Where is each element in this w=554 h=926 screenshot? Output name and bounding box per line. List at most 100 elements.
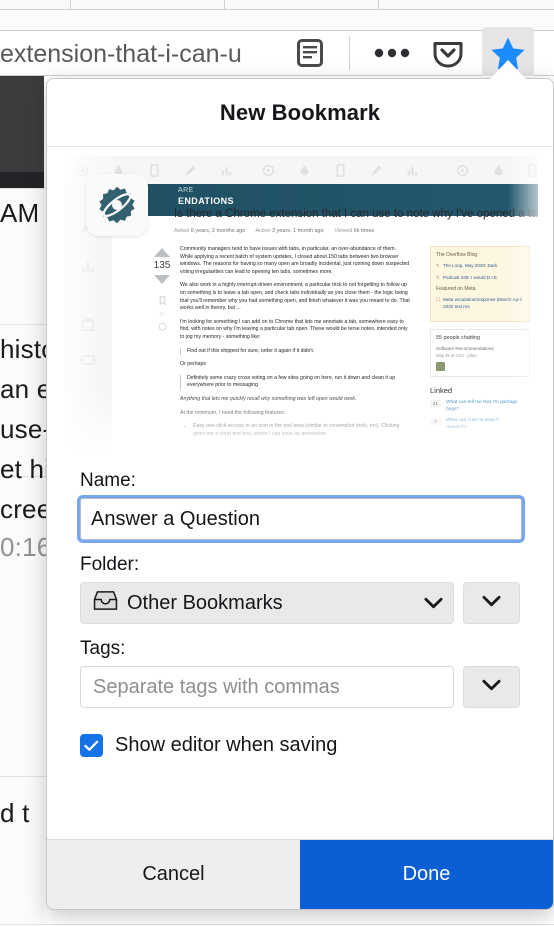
tags-label: Tags: [80,638,126,659]
show-editor-row[interactable]: Show editor when saving [80,734,520,757]
preview-site-header-line2: ENDATIONS [178,196,234,206]
preview-drop-icon [492,164,505,177]
navigation-toolbar: extension-that-i-can-u [0,10,554,79]
preview-post-actions: 10 [150,292,174,331]
panel-header: New Bookmark [47,79,553,147]
bg-text-line: et hi [0,454,51,484]
tab-separator [70,0,71,10]
preview-thumbnail-wrap: ARE ENDATIONS Is there a Chrome extensio… [47,147,553,450]
preview-blog-item: ✎ Podcast 239: I would D.I.E. [436,275,524,282]
folder-expand-button[interactable] [463,582,520,624]
preview-linked-count: 41 [430,400,442,408]
tags-placeholder: Separate tags with commas [93,675,340,698]
preview-blog-item-title: The Loop, May 2020: Dark [442,263,498,268]
preview-blog-header: The Overflow Blog [436,252,478,258]
preview-question-meta: Asked 6 years, 2 months ago Active 3 yea… [174,228,383,234]
preview-pen-icon [184,164,197,177]
tags-row: Separate tags with commas [80,666,520,708]
preview-paragraph: Community managers tend to have issues w… [180,246,410,275]
preview-meta-item-title: Meta escalation/response (March-April 20… [443,297,522,309]
inbox-tray-icon [93,590,118,617]
preview-rail-bag-icon [80,316,96,332]
tab-strip[interactable] [0,0,554,10]
preview-chart-icon [406,164,419,177]
reader-mode-icon[interactable] [288,31,332,75]
page-actions-icon[interactable] [370,31,414,75]
preview-meta-active: Active 3 years, 1 month ago [255,228,324,234]
downvote-arrow-icon [154,275,170,284]
preview-meta-item: ☐ Meta escalation/response (March-April … [436,297,524,310]
panel-footer: Cancel Done [47,839,553,909]
preview-drop-icon [298,164,311,177]
gear-atom-favicon [86,174,148,236]
preview-or-text: Or perhaps [180,361,206,368]
folder-selected-name: Other Bookmarks [127,591,283,614]
preview-linked-item: 2 What can I use to keep h research? [430,418,530,431]
preview-meta-asked: Asked 6 years, 2 months ago [174,228,246,234]
preview-pen-icon [370,164,383,177]
pocket-icon[interactable] [426,31,470,75]
folder-row: Other Bookmarks [80,582,520,624]
preview-gear-icon [262,164,275,177]
page-preview-thumbnail: ARE ENDATIONS Is there a Chrome extensio… [64,156,538,450]
preview-blog-item: ✎ The Loop, May 2020: Dark [436,263,524,270]
preview-phone-icon [148,164,161,177]
divider [0,924,554,925]
preview-linked-item: 41 What can tell me that I'm garbage bag… [430,400,530,413]
done-button[interactable]: Done [300,840,553,909]
tags-expand-button[interactable] [463,666,520,708]
avatar [436,362,445,371]
preview-emphasis-text: Anything that lets me quickly recall why… [180,395,357,402]
url-text[interactable]: extension-that-i-can-u [0,36,290,72]
screen: extension-that-i-can-u AM ı histo an ex … [0,0,554,926]
history-icon: 10 [158,305,167,318]
show-editor-checkbox[interactable] [80,734,103,757]
toolbar-divider [349,36,350,70]
preview-vote-column: 135 10 [150,248,174,331]
preview-phone-icon [526,164,538,177]
name-input-value: Answer a Question [91,507,260,530]
cancel-button[interactable]: Cancel [47,840,300,909]
preview-quote-text: Find out if this shipped for sure, order… [187,347,315,354]
preview-sidebar: The Overflow Blog ✎ The Loop, May 2020: … [430,246,530,436]
tags-input[interactable]: Separate tags with commas [80,666,455,708]
preview-chat-header: 55 people chatting [436,335,481,341]
dark-block [0,76,44,172]
preview-vote-count: 135 [153,260,171,271]
name-input[interactable]: Answer a Question [80,498,522,540]
preview-site-header-line1: ARE [178,187,194,194]
preview-feature-list: Easy one-click access to an icon in the … [188,423,410,438]
preview-linked-count: 2 [430,418,441,427]
preview-blog-box: The Overflow Blog ✎ The Loop, May 2020: … [430,246,530,322]
preview-chat-time: May 25 at 4:23 - jobro [436,353,477,358]
tab-separator [224,0,225,10]
preview-chart-icon [220,164,233,177]
preview-phone-icon [334,164,347,177]
preview-feature-item: Easy one-click access to an icon in the … [193,423,410,438]
preview-paragraph: I'm looking for something I can add on t… [180,318,408,340]
preview-minimum-text: At the minimum, I need the following fea… [180,409,286,416]
preview-gear-icon [76,164,89,177]
preview-question-body: Community managers tend to have issues w… [180,246,410,438]
checkbox-icon: ☐ [436,297,441,302]
bg-text-line: d t [0,798,30,828]
preview-gear-icon [456,164,469,177]
preview-blockquote: Definitely some crazy cross voting on a … [180,374,410,390]
preview-blog-item-title: Podcast 239: I would D.I.E. [442,274,499,280]
preview-rail-tag-icon [80,352,96,368]
dark-block-2 [0,172,44,188]
name-label: Name: [80,470,136,491]
panel-title: New Bookmark [219,99,381,125]
show-editor-label: Show editor when saving [115,734,338,756]
preview-quote-text: Definitely some crazy cross voting on a … [187,374,396,389]
tab-separator [378,0,379,10]
upvote-arrow-icon [154,248,170,257]
bookmark-form: Name: Answer a Question Folder: Other Bo… [47,450,553,757]
preview-linked-title: What can tell me that I'm garbage bags? [446,400,518,412]
pencil-icon: ✎ [436,274,440,280]
chevron-down-icon [424,592,443,615]
folder-select[interactable]: Other Bookmarks [80,582,455,624]
bg-timestamp: 0:16 [0,532,52,562]
bookmark-icon [158,292,167,306]
chevron-down-icon [482,678,501,696]
